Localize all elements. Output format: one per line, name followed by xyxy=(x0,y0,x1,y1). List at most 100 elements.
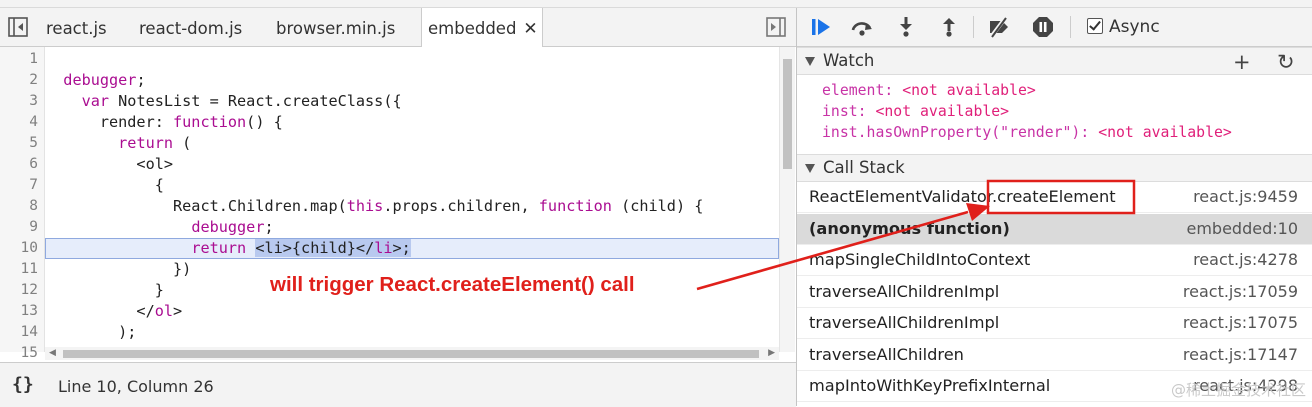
call-frame-location[interactable]: react.js:4278 xyxy=(1193,250,1298,269)
line-number[interactable]: 1 xyxy=(0,49,38,70)
tab-embedded[interactable]: embedded ✕ xyxy=(421,8,543,47)
code-line-5: return ( xyxy=(118,134,192,152)
line-number[interactable]: 9 xyxy=(0,217,38,238)
watch-value: <not available> xyxy=(902,82,1036,99)
pretty-print-button[interactable]: {} xyxy=(12,374,34,395)
tab-label: browser.min.js xyxy=(276,19,396,38)
code-line-2: debugger; xyxy=(63,71,146,89)
scroll-left-arrow-icon[interactable]: ◀ xyxy=(49,348,56,358)
line-number[interactable]: 8 xyxy=(0,196,38,217)
call-frame-name: mapSingleChildIntoContext xyxy=(809,250,1031,269)
line-number[interactable]: 2 xyxy=(0,70,38,91)
pause-on-exceptions-icon[interactable] xyxy=(1031,16,1055,38)
watch-section-header[interactable]: Watch + ↻ xyxy=(797,47,1312,75)
step-into-icon[interactable] xyxy=(894,16,918,38)
watch-expression: element xyxy=(822,82,885,99)
code-line-4: render: function() { xyxy=(45,113,283,131)
call-frame-location[interactable]: embedded:10 xyxy=(1187,219,1299,238)
toolbar-separator xyxy=(1070,16,1071,38)
call-frame-name: ReactElementValidator.createElement xyxy=(809,187,1116,206)
refresh-watch-button[interactable]: ↻ xyxy=(1277,50,1295,74)
watch-expression: inst.hasOwnProperty("render") xyxy=(822,124,1081,141)
line-number[interactable]: 13 xyxy=(0,301,38,322)
tab-react-dom-js[interactable]: react-dom.js xyxy=(139,8,242,46)
call-frame-location[interactable]: react.js:17147 xyxy=(1183,345,1298,364)
line-number[interactable]: 3 xyxy=(0,91,38,112)
close-tab-icon[interactable]: ✕ xyxy=(523,8,537,50)
debugger-toolbar: Async xyxy=(797,8,1312,47)
add-watch-button[interactable]: + xyxy=(1233,50,1251,74)
toggle-debugger-icon[interactable] xyxy=(766,17,786,37)
scrollbar-thumb[interactable] xyxy=(783,59,792,169)
async-checkbox[interactable] xyxy=(1087,18,1103,34)
tab-label: embedded xyxy=(428,19,517,38)
line-number[interactable]: 12 xyxy=(0,280,38,301)
code-line-3: var NotesList = React.createClass({ xyxy=(81,92,402,110)
code-line-7: { xyxy=(45,176,164,194)
line-number[interactable]: 14 xyxy=(0,322,38,343)
horizontal-scrollbar[interactable]: ◀ ▶ xyxy=(45,347,779,360)
code-line-6: <ol> xyxy=(45,155,174,173)
tab-label: react.js xyxy=(46,19,107,38)
deactivate-breakpoints-icon[interactable] xyxy=(987,16,1011,38)
watch-item[interactable]: element: <not available> xyxy=(822,80,1036,101)
code-line-14: ); xyxy=(45,323,137,341)
toggle-navigator-icon[interactable] xyxy=(8,17,28,37)
annotation-text: will trigger React.createElement() call xyxy=(270,273,635,296)
watch-title: Watch xyxy=(823,51,875,70)
call-frame-location[interactable]: react.js:9459 xyxy=(1193,187,1298,206)
expand-triangle-icon[interactable] xyxy=(805,164,815,173)
call-stack-title: Call Stack xyxy=(823,158,905,177)
call-frame-name: mapIntoWithKeyPrefixInternal xyxy=(809,376,1051,395)
watch-expression: inst xyxy=(822,103,858,120)
line-number[interactable]: 4 xyxy=(0,112,38,133)
call-frame[interactable]: ReactElementValidator.createElement react… xyxy=(797,182,1312,213)
call-frame-name: traverseAllChildren xyxy=(809,344,964,364)
watch-value: <not available> xyxy=(875,103,1010,120)
line-number[interactable]: 15 xyxy=(0,343,38,364)
line-number[interactable]: 6 xyxy=(0,154,38,175)
line-number[interactable]: 7 xyxy=(0,175,38,196)
call-frame-name: traverseAllChildrenImpl xyxy=(809,281,1000,301)
call-frame-location[interactable]: react.js:17059 xyxy=(1183,282,1298,301)
watch-value: <not available> xyxy=(1098,124,1232,141)
call-frame-location[interactable]: react.js:17075 xyxy=(1183,313,1298,332)
watermark: @稀土掘金技术社区 xyxy=(1170,381,1306,399)
line-number[interactable]: 10 xyxy=(0,238,38,259)
tab-browser-min-js[interactable]: browser.min.js xyxy=(276,8,395,46)
line-number[interactable]: 5 xyxy=(0,133,38,154)
resume-icon[interactable] xyxy=(809,16,833,38)
call-frame[interactable]: (anonymous function) embedded:10 xyxy=(797,213,1312,245)
call-frame-name: (anonymous function) xyxy=(809,218,1010,238)
expand-triangle-icon[interactable] xyxy=(805,57,815,66)
code-line-9: debugger; xyxy=(191,218,274,236)
call-frame[interactable]: traverseAllChildrenImpl react.js:17075 xyxy=(797,308,1312,339)
code-area[interactable]: debugger; var NotesList = React.createCl… xyxy=(45,47,779,352)
editor-tab-bar: react.js react-dom.js browser.min.js emb… xyxy=(0,8,796,47)
line-number-gutter[interactable]: 1 2 3 4 5 6 7 8 9 10 11 12 13 14 15 xyxy=(0,47,45,361)
call-frame[interactable]: mapSingleChildIntoContext react.js:4278 xyxy=(797,245,1312,276)
devtools-top-strip xyxy=(0,0,1312,8)
watch-item[interactable]: inst: <not available> xyxy=(822,101,1009,122)
call-frame[interactable]: traverseAllChildren react.js:17147 xyxy=(797,340,1312,371)
line-number[interactable]: 11 xyxy=(0,259,38,280)
call-frame-name: traverseAllChildrenImpl xyxy=(809,313,1000,332)
toolbar-separator xyxy=(973,16,974,38)
step-over-icon[interactable] xyxy=(850,16,874,38)
tab-label: react-dom.js xyxy=(139,19,243,38)
editor-status-bar: {} Line 10, Column 26 xyxy=(0,362,796,407)
debugger-sidebar: Async Watch + ↻ element: <not available>… xyxy=(797,8,1312,406)
watch-item[interactable]: inst.hasOwnProperty("render"): <not avai… xyxy=(822,122,1232,143)
code-line-10-execution: return <li>{child}</li>; xyxy=(45,238,779,259)
vertical-scrollbar[interactable] xyxy=(779,47,795,352)
async-label: Async xyxy=(1109,17,1160,37)
call-frame[interactable]: traverseAllChildrenImpl react.js:17059 xyxy=(797,277,1312,308)
cursor-position: Line 10, Column 26 xyxy=(58,377,214,396)
scrollbar-thumb[interactable] xyxy=(63,350,759,358)
sources-editor: react.js react-dom.js browser.min.js emb… xyxy=(0,8,796,407)
call-stack-section-header[interactable]: Call Stack xyxy=(797,154,1312,182)
tab-react-js[interactable]: react.js xyxy=(46,8,107,46)
scroll-right-arrow-icon[interactable]: ▶ xyxy=(768,348,775,358)
code-line-8: React.Children.map(this.props.children, … xyxy=(45,197,704,215)
step-out-icon[interactable] xyxy=(937,16,961,38)
